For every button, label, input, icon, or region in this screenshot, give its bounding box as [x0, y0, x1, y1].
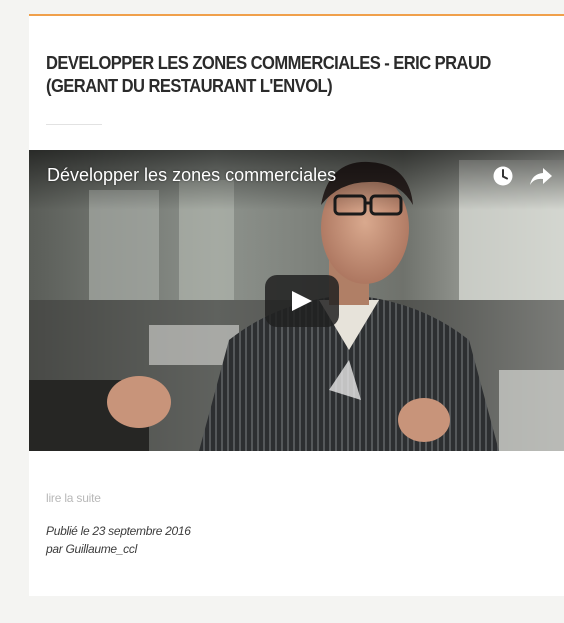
title-divider	[46, 124, 102, 125]
play-icon	[292, 291, 312, 311]
read-more-link[interactable]: lire la suite	[46, 491, 101, 505]
play-button[interactable]	[265, 275, 339, 327]
page: DEVELOPPER LES ZONES COMMERCIALES - ERIC…	[0, 0, 564, 623]
author-line: par Guillaume_ccl	[46, 542, 137, 556]
article-meta: Publié le 23 septembre 2016 par Guillaum…	[46, 522, 191, 558]
clock-icon[interactable]	[493, 166, 513, 186]
published-date: Publié le 23 septembre 2016	[46, 524, 191, 538]
article-title[interactable]: DEVELOPPER LES ZONES COMMERCIALES - ERIC…	[46, 52, 506, 98]
video-title[interactable]: Développer les zones commerciales	[47, 164, 336, 186]
video-player[interactable]: Développer les zones commerciales	[29, 150, 564, 451]
share-arrow-icon[interactable]	[529, 166, 553, 186]
article-card: DEVELOPPER LES ZONES COMMERCIALES - ERIC…	[29, 14, 564, 596]
